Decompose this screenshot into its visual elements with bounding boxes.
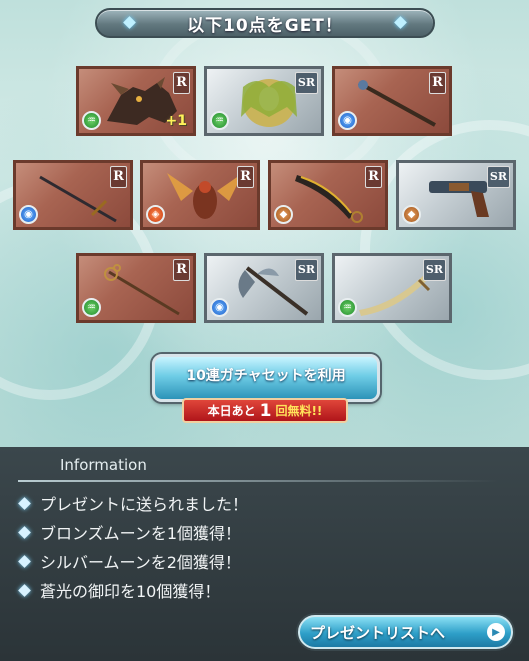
- information-title: Information: [60, 456, 147, 474]
- diamond-bullet-icon: [18, 583, 31, 597]
- rarity-badge: R: [110, 166, 127, 188]
- plus-bonus-label: +1: [165, 113, 187, 129]
- rarity-badge: R: [237, 166, 254, 188]
- insect-summon-art: [167, 173, 243, 219]
- free-draw-suffix: 回無料!!: [275, 404, 323, 418]
- wind-element-icon: ♒: [210, 111, 229, 130]
- free-draw-prefix: 本日あと: [207, 404, 256, 418]
- result-screen: 以下10点をGET！ R ♒ +1 SR ♒ R ◉ R ◉ R ◈ R ◆ S…: [0, 0, 529, 661]
- earth-element-icon: ◆: [274, 205, 293, 224]
- info-line-text: シルバームーンを2個獲得！: [40, 553, 241, 572]
- reward-header-title: 以下10点をGET！: [187, 15, 343, 36]
- reward-header-banner: 以下10点をGET！: [95, 8, 435, 38]
- rarity-badge: SR: [422, 259, 446, 281]
- info-line-text: 蒼光の御印を10個獲得！: [40, 582, 221, 601]
- rarity-badge: SR: [294, 72, 318, 94]
- info-line-text: ブロンズムーンを1個獲得！: [40, 524, 242, 543]
- play-arrow-icon: ▶: [487, 623, 505, 641]
- diamond-bullet-icon: [18, 554, 31, 568]
- ten-draw-gacha-button[interactable]: 10連ガチャセットを利用: [152, 354, 380, 402]
- ornate-staff-weapon-art: [104, 264, 180, 316]
- reward-item[interactable]: SR ♒: [204, 66, 324, 136]
- rarity-badge: SR: [294, 259, 318, 281]
- reward-item[interactable]: R ◉: [13, 160, 133, 230]
- rarity-badge: R: [429, 72, 446, 94]
- earth-element-icon: ◆: [402, 205, 421, 224]
- free-draw-count: 1: [259, 400, 272, 421]
- free-draw-badge: 本日あと 1 回無料!!: [182, 398, 348, 423]
- reward-item[interactable]: SR ♒: [332, 253, 452, 323]
- water-element-icon: ◉: [338, 111, 357, 130]
- wind-element-icon: ♒: [82, 298, 101, 317]
- reward-item[interactable]: SR ◆: [396, 160, 516, 230]
- present-list-label: プレゼントリストへ: [310, 623, 446, 642]
- scimitar-weapon-art: [295, 175, 363, 223]
- wind-element-icon: ♒: [82, 111, 101, 130]
- info-line: プレゼントに送られました！: [18, 491, 249, 515]
- diamond-icon: [394, 16, 407, 29]
- reward-item[interactable]: R ◈: [140, 160, 260, 230]
- water-element-icon: ◉: [210, 298, 229, 317]
- diamond-bullet-icon: [18, 525, 31, 539]
- rarity-badge: R: [365, 166, 382, 188]
- reward-item[interactable]: SR ◉: [204, 253, 324, 323]
- wind-element-icon: ♒: [338, 298, 357, 317]
- dagger-weapon-art: [39, 175, 117, 223]
- info-line: 蒼光の御印を10個獲得！: [18, 578, 221, 602]
- rarity-badge: SR: [486, 166, 510, 188]
- divider: [18, 480, 498, 482]
- info-line-text: プレゼントに送られました！: [40, 495, 249, 514]
- present-list-button[interactable]: プレゼントリストへ ▶: [298, 615, 513, 649]
- info-line: ブロンズムーンを1個獲得！: [18, 520, 242, 544]
- rarity-badge: R: [173, 259, 190, 281]
- fire-element-icon: ◈: [146, 205, 165, 224]
- rarity-badge: R: [173, 72, 190, 94]
- reward-panel-background: 以下10点をGET！ R ♒ +1 SR ♒ R ◉ R ◉ R ◈ R ◆ S…: [0, 0, 529, 447]
- reward-item[interactable]: R ♒: [76, 253, 196, 323]
- diamond-icon: [123, 16, 136, 29]
- water-element-icon: ◉: [19, 205, 38, 224]
- info-line: シルバームーンを2個獲得！: [18, 549, 241, 573]
- reward-item[interactable]: R ◉: [332, 66, 452, 136]
- ten-draw-gacha-label: 10連ガチャセットを利用: [186, 368, 346, 384]
- diamond-bullet-icon: [18, 496, 31, 510]
- reward-item[interactable]: R ♒ +1: [76, 66, 196, 136]
- staff-weapon-art: [358, 80, 436, 127]
- reward-item[interactable]: R ◆: [268, 160, 388, 230]
- background-swirl: [360, 120, 529, 380]
